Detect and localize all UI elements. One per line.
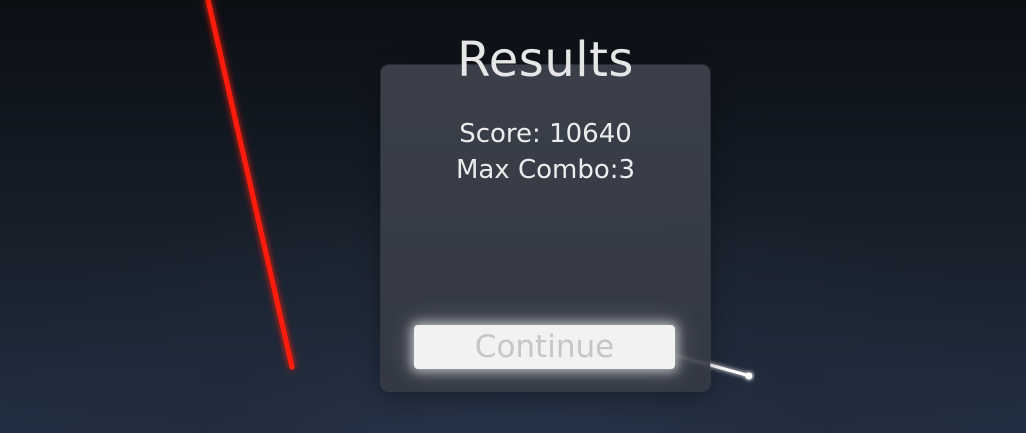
continue-button[interactable]: Continue <box>414 325 675 369</box>
left-controller-laser <box>205 0 295 370</box>
results-title: Results <box>457 32 634 88</box>
score-text: Score: 10640 <box>459 119 632 149</box>
pointer-tip <box>745 372 753 380</box>
max-combo-text: Max Combo:3 <box>455 155 636 185</box>
game-scene: Results Score: 10640 Max Combo:3 Continu… <box>0 0 1026 433</box>
